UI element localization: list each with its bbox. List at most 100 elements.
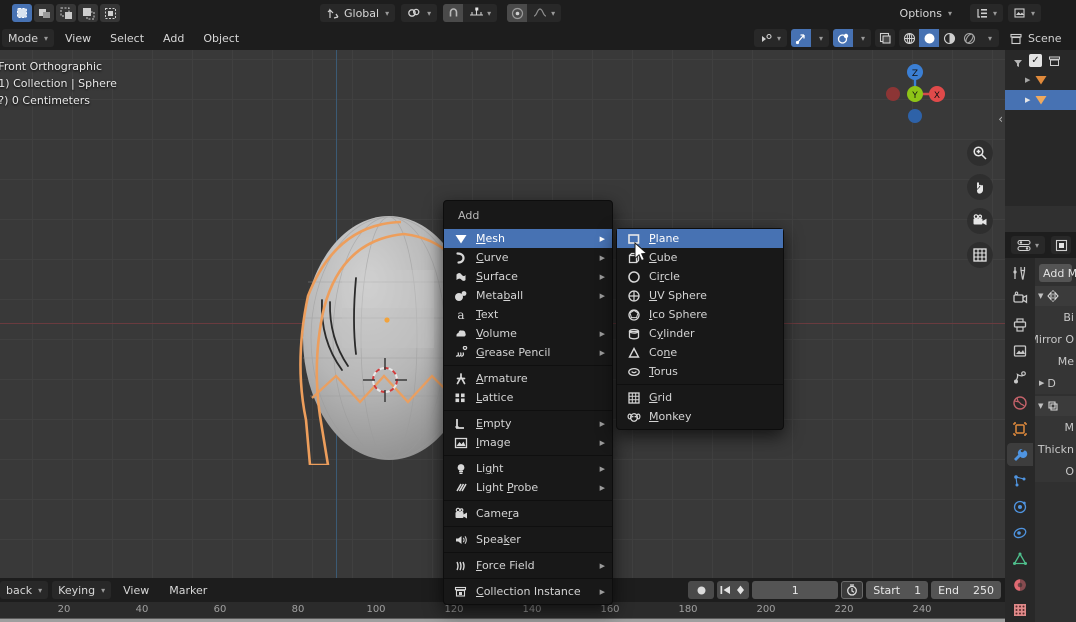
menu-item-mesh[interactable]: Mesh▶ [444, 229, 612, 248]
menu-item-empty[interactable]: Empty▶ [444, 414, 612, 433]
grid-icon[interactable] [967, 242, 993, 268]
timeline-menu-marker[interactable]: Marker [161, 582, 215, 599]
pin-id-icon[interactable] [1051, 236, 1071, 254]
end-frame-field[interactable]: End 250 [931, 581, 1001, 599]
mirror-panel-header[interactable]: ▼ [1035, 286, 1076, 306]
particles-icon[interactable] [1007, 469, 1033, 492]
menu-item-image[interactable]: Image▶ [444, 433, 612, 452]
exclude-checkbox[interactable]: ✓ [1029, 54, 1042, 67]
menu-item-light[interactable]: Light▶ [444, 459, 612, 478]
collection-icon[interactable] [1048, 53, 1062, 67]
menu-item-armature[interactable]: Armature [444, 369, 612, 388]
shading-wireframe-icon[interactable] [899, 29, 919, 47]
menu-view[interactable]: View [57, 30, 99, 47]
menu-object[interactable]: Object [195, 30, 247, 47]
keying-dropdown[interactable]: Keying ▾ [52, 581, 111, 599]
menu-item-light-probe[interactable]: Light Probe▶ [444, 478, 612, 497]
magnet-icon[interactable] [443, 4, 463, 22]
filter-icon[interactable] [1013, 53, 1023, 67]
view-layer-icon[interactable] [1007, 340, 1033, 363]
world-icon[interactable] [1007, 392, 1033, 415]
menu-item-metaball[interactable]: Metaball▶ [444, 286, 612, 305]
transform-orientation-dropdown[interactable]: Global ▾ [320, 4, 395, 22]
output-icon[interactable] [1007, 314, 1033, 337]
properties-panel-body[interactable]: Add Mo ▼ Bi Mirror O Me ▶ D ▼ [1035, 258, 1076, 622]
menu-item-cylinder[interactable]: Cylinder [617, 324, 783, 343]
menu-item-uv-sphere[interactable]: UV Sphere [617, 286, 783, 305]
menu-item-monkey[interactable]: Monkey [617, 407, 783, 426]
mirror-data-subpanel[interactable]: ▶ D [1035, 372, 1076, 394]
menu-item-speaker[interactable]: Speaker [444, 530, 612, 549]
add-modifier-button[interactable]: Add Mo [1039, 264, 1072, 282]
outliner[interactable]: ✓ ▶ ▶ [1005, 50, 1076, 206]
start-frame-field[interactable]: Start 1 [866, 581, 928, 599]
menu-item-plane[interactable]: Plane [617, 229, 783, 248]
proportional-edit-icon[interactable] [507, 4, 527, 22]
material-icon[interactable] [1007, 573, 1033, 596]
menu-select[interactable]: Select [102, 30, 152, 47]
record-icon[interactable] [688, 581, 714, 599]
current-frame-field[interactable]: 1 [752, 581, 838, 599]
snap-target-dropdown[interactable]: ▾ [401, 4, 437, 22]
falloff-dropdown[interactable]: ▾ [527, 4, 561, 22]
menu-item-torus[interactable]: Torus [617, 362, 783, 381]
lasso-select-icon[interactable] [78, 4, 98, 22]
menu-item-curve[interactable]: Curve▶ [444, 248, 612, 267]
disclosure-triangle-icon[interactable]: ▶ [1025, 76, 1030, 84]
menu-item-text[interactable]: aText [444, 305, 612, 324]
options-dropdown[interactable]: Options ▾ [894, 4, 958, 22]
show-overlays-icon[interactable] [833, 29, 853, 47]
keyframe-jump-prev-icon[interactable] [734, 581, 747, 600]
menu-item-cube[interactable]: Cube [617, 248, 783, 267]
sidebar-toggle-icon[interactable]: ‹ [998, 112, 1003, 126]
menu-item-circle[interactable]: Circle [617, 267, 783, 286]
object-icon[interactable] [1007, 418, 1033, 441]
wrench-icon[interactable] [1007, 443, 1033, 466]
auto-keying-icon[interactable] [841, 581, 863, 599]
shading-material-preview-icon[interactable] [939, 29, 959, 47]
menu-item-camera[interactable]: Camera [444, 504, 612, 523]
jump-to-start-icon[interactable] [719, 581, 732, 600]
scene-icon[interactable] [1007, 366, 1033, 389]
gizmo-dropdown[interactable]: ▾ [811, 29, 829, 47]
properties-editor-icon[interactable]: ▾ [1011, 236, 1045, 254]
physics-icon[interactable] [1007, 495, 1033, 518]
camera-icon[interactable] [967, 208, 993, 234]
overlays-dropdown[interactable]: ▾ [853, 29, 871, 47]
add-menu[interactable]: Add Mesh▶Curve▶Surface▶Metaball▶aTextVol… [443, 200, 613, 605]
outliner-object-row-1[interactable]: ▶ [1005, 70, 1076, 90]
tweak-select-icon[interactable] [100, 4, 120, 22]
snap-to-dropdown[interactable]: ▾ [463, 4, 497, 22]
menu-item-surface[interactable]: Surface▶ [444, 267, 612, 286]
interaction-mode-dropdown[interactable]: Mode ▾ [2, 29, 54, 47]
menu-item-volume[interactable]: Volume▶ [444, 324, 612, 343]
menu-item-ico-sphere[interactable]: Ico Sphere [617, 305, 783, 324]
show-gizmo-icon[interactable] [791, 29, 811, 47]
menu-item-grease-pencil[interactable]: Grease Pencil▶ [444, 343, 612, 362]
shading-solid-icon[interactable] [919, 29, 939, 47]
navigation-gizmo[interactable]: Z X Y [879, 58, 951, 130]
playback-dropdown[interactable]: back ▾ [0, 581, 48, 599]
menu-item-collection-instance[interactable]: Collection Instance▶ [444, 582, 612, 601]
box-select-icon[interactable] [34, 4, 54, 22]
timeline-menu-view[interactable]: View [115, 582, 157, 599]
menu-item-lattice[interactable]: Lattice [444, 388, 612, 407]
texture-icon[interactable] [1007, 599, 1033, 622]
mesh-data-icon[interactable] [1007, 547, 1033, 570]
disclosure-triangle-icon[interactable]: ▶ [1025, 96, 1030, 104]
constraints-icon[interactable] [1007, 521, 1033, 544]
render-icon[interactable] [1007, 288, 1033, 311]
disclosure-triangle-icon[interactable]: ▼ [1038, 402, 1043, 410]
disclosure-triangle-icon[interactable]: ▶ [1039, 379, 1044, 387]
outliner-object-row-2[interactable]: ▶ [1005, 90, 1076, 110]
xray-toggle-icon[interactable] [875, 29, 895, 47]
solidify-panel-header[interactable]: ▼ [1035, 396, 1076, 416]
timeline-ruler[interactable]: 20406080100120140160180200220240 [0, 602, 1005, 622]
filter-view-layer-icon[interactable]: ▾ [1008, 4, 1041, 22]
menu-item-grid[interactable]: Grid [617, 388, 783, 407]
shading-dropdown[interactable]: ▾ [979, 29, 999, 47]
visibility-dropdown[interactable]: ▾ [754, 29, 787, 47]
menu-add[interactable]: Add [155, 30, 192, 47]
mesh-submenu[interactable]: PlaneCubeCircleUV SphereIco SphereCylind… [616, 228, 784, 430]
tool-icon[interactable] [1007, 262, 1033, 285]
